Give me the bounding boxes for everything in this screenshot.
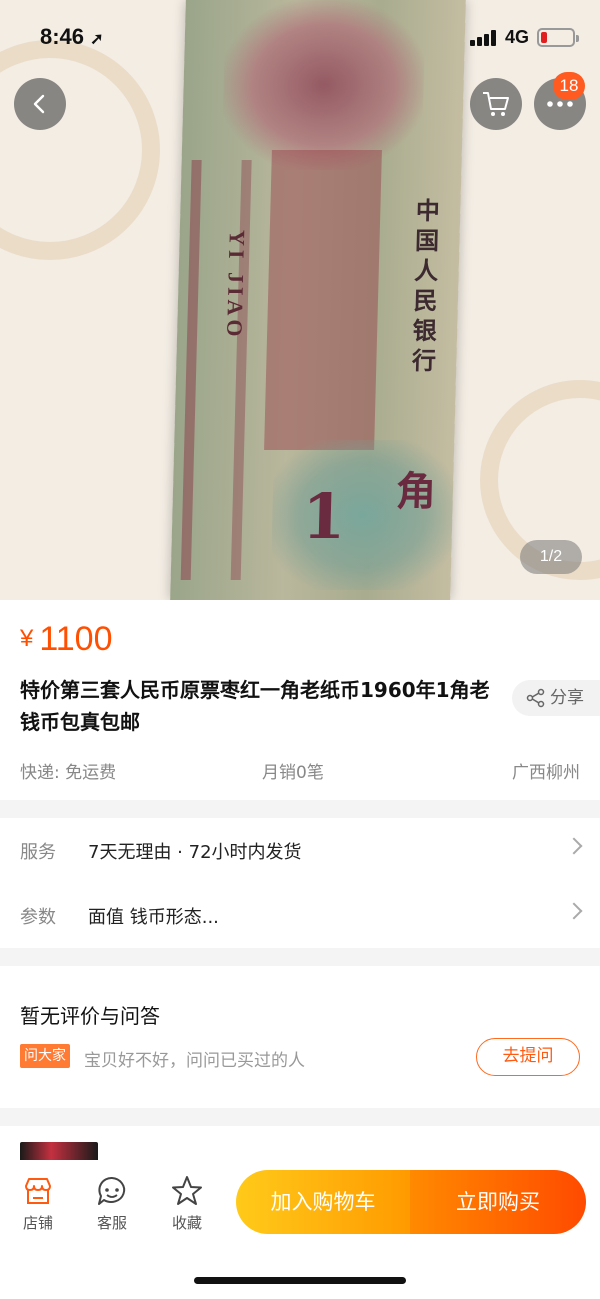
banknote-unit: 角	[388, 470, 437, 510]
shipping-info: 快递: 免运费	[20, 763, 117, 783]
banknote-latin-text: YI JIAO	[221, 230, 250, 341]
status-time: 8:46 ➚	[40, 24, 104, 49]
ask-prompt: 宝贝好不好，问问已买过的人	[84, 1051, 305, 1071]
location-arrow-icon: ➚	[90, 31, 104, 48]
review-title: 暂无评价与问答	[20, 1004, 160, 1028]
price: ¥1100	[20, 620, 112, 659]
chevron-right-icon	[565, 902, 583, 920]
banknote-bank-name: 中国人民银行	[406, 198, 441, 378]
product-info-card: ¥1100 特价第三套人民币原票枣红一角老纸币1960年1角老钱币包真包邮 分享…	[0, 600, 600, 800]
add-to-cart-button[interactable]: 加入购物车	[236, 1170, 410, 1234]
banknote-vignette	[264, 150, 382, 450]
share-button[interactable]: 分享	[512, 680, 600, 716]
service-card: 服务 7天无理由 · 72小时内发货 参数 面值 钱币形态...	[0, 818, 600, 948]
service-value: 7天无理由 · 72小时内发货	[88, 842, 302, 863]
share-label: 分享	[550, 688, 584, 708]
status-bar: 8:46 ➚ 4G	[0, 0, 600, 70]
cart-icon	[483, 92, 509, 116]
banknote-border	[180, 160, 252, 580]
product-title: 特价第三套人民币原票枣红一角老纸币1960年1角老钱币包真包邮	[20, 678, 490, 734]
service-row[interactable]: 服务 7天无理由 · 72小时内发货	[0, 818, 600, 883]
home-indicator[interactable]	[194, 1277, 406, 1284]
cart-count-badge: 18	[553, 72, 585, 100]
favorite-tab[interactable]: 收藏	[157, 1170, 217, 1233]
price-value: 1100	[39, 620, 113, 658]
shop-icon	[25, 1178, 51, 1204]
share-icon	[526, 688, 545, 708]
ship-location: 广西柳州	[512, 763, 580, 783]
image-pager: 1/2	[520, 540, 582, 574]
star-icon	[172, 1176, 202, 1205]
service-tab-label: 客服	[96, 1214, 127, 1232]
more-dots-icon	[547, 101, 573, 107]
chevron-right-icon	[565, 837, 583, 855]
params-row[interactable]: 参数 面值 钱币形态...	[0, 883, 600, 948]
ask-tag: 问大家	[20, 1044, 70, 1068]
ask-question-button[interactable]: 去提问	[476, 1038, 580, 1076]
params-label: 参数	[20, 907, 56, 928]
battery-icon	[537, 28, 579, 47]
banknote-photo: YI JIAO 中国人民银行 1 角	[170, 0, 466, 600]
network-type: 4G	[505, 27, 530, 47]
signal-icon	[470, 30, 498, 46]
chevron-left-icon	[33, 94, 45, 114]
back-button[interactable]	[14, 78, 66, 130]
banknote-denomination: 1	[301, 480, 347, 553]
shop-label: 店铺	[22, 1214, 53, 1232]
monthly-sales: 月销0笔	[262, 763, 324, 783]
currency-symbol: ¥	[20, 625, 34, 652]
service-label: 服务	[20, 842, 56, 863]
background-decoration	[0, 40, 160, 260]
favorite-label: 收藏	[171, 1214, 202, 1232]
cart-button[interactable]	[470, 78, 522, 130]
customer-service-tab[interactable]: 客服	[82, 1170, 142, 1233]
review-card: 暂无评价与问答 问大家 宝贝好不好，问问已买过的人 去提问	[0, 966, 600, 1108]
shop-tab[interactable]: 店铺	[8, 1170, 68, 1233]
banknote-green-ornament	[270, 440, 455, 590]
buy-now-button[interactable]: 立即购买	[410, 1170, 586, 1234]
chat-icon	[98, 1176, 126, 1205]
params-value: 面值 钱币形态...	[88, 907, 219, 928]
purchase-buttons: 加入购物车 立即购买	[236, 1170, 586, 1234]
